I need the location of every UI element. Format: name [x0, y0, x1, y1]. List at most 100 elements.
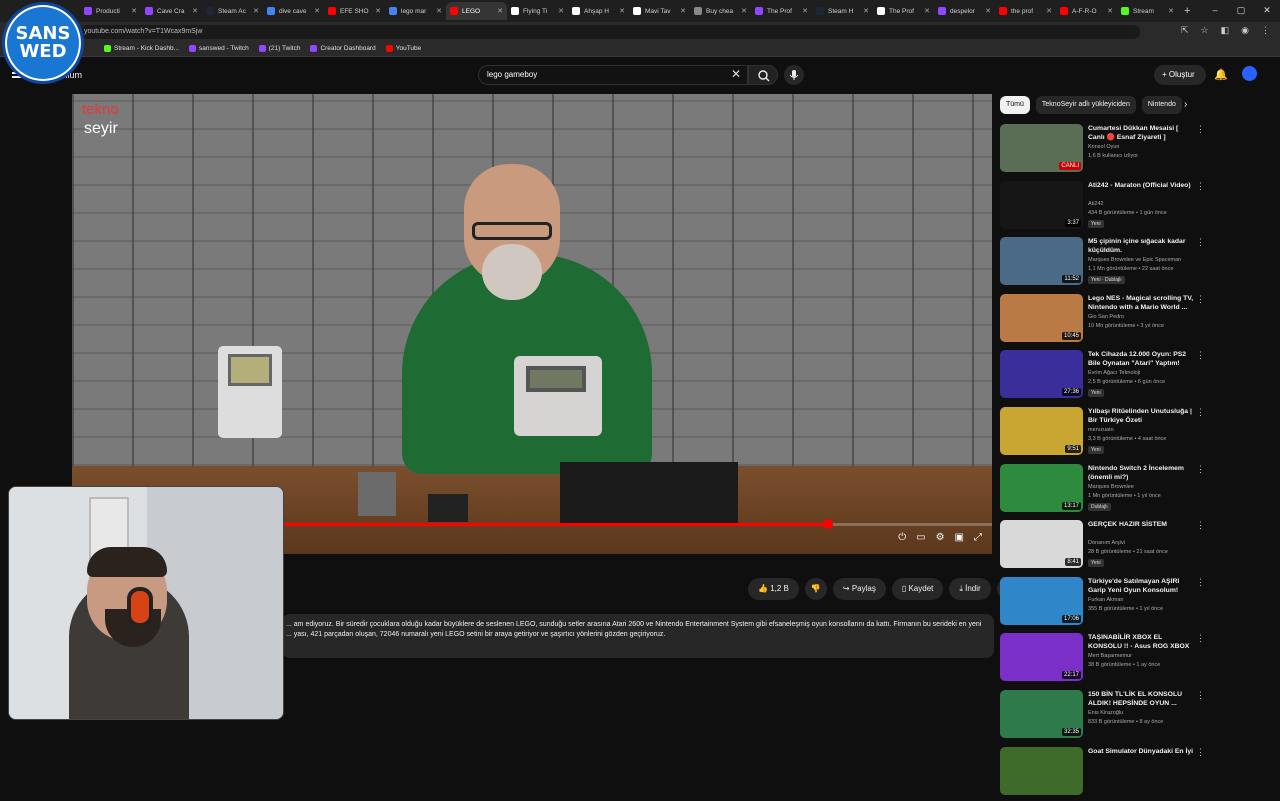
browser-tab[interactable]: lego mar ✕	[385, 2, 446, 20]
url-field[interactable]: youtube.com/watch?v=T1Wcax9mSjw	[80, 25, 1140, 39]
tab-close-icon[interactable]: ✕	[314, 7, 320, 15]
tab-close-icon[interactable]: ✕	[436, 7, 442, 15]
video-menu-icon[interactable]: ⋮	[1196, 577, 1205, 588]
video-menu-icon[interactable]: ⋮	[1196, 747, 1205, 758]
video-title[interactable]: M5 çipinin içine sığacak kadar küçüldüm.	[1088, 237, 1196, 255]
dislike-button[interactable]: 👎	[804, 578, 827, 600]
video-thumbnail[interactable]: 11:52	[1000, 237, 1083, 286]
recommended-video-item[interactable]: CANLI Cumartesi Dükkan Mesaisi [ Canlı 🔴 …	[1000, 122, 1210, 178]
video-title[interactable]: TAŞINABİLİR XBOX EL KONSOLU !! - Asus RO…	[1088, 633, 1196, 651]
filter-chip[interactable]: Tümü	[1000, 96, 1030, 114]
video-channel[interactable]: Konsol Oyun	[1088, 144, 1120, 150]
tab-close-icon[interactable]: ✕	[680, 7, 686, 15]
subtitles-icon[interactable]: ▭	[916, 532, 925, 543]
bookmark-item[interactable]: YouTube	[385, 45, 421, 52]
search-button[interactable]	[748, 65, 778, 85]
tab-close-icon[interactable]: ✕	[253, 7, 259, 15]
browser-tab[interactable]: Mavi Tav ✕	[629, 2, 690, 20]
download-button[interactable]: ⤓ İndir	[949, 578, 991, 600]
video-menu-icon[interactable]: ⋮	[1196, 124, 1205, 135]
recommended-video-item[interactable]: 8:41 GERÇEK HAZIR SİSTEM Donanım Arşivi 28 …	[1000, 518, 1210, 574]
video-menu-icon[interactable]: ⋮	[1196, 181, 1205, 192]
video-title[interactable]: Goat Simulator Dünyadaki En İyi	[1088, 747, 1196, 756]
tab-close-icon[interactable]: ✕	[863, 7, 869, 15]
bookmark-item[interactable]: (21) Twitch	[258, 45, 300, 52]
tab-close-icon[interactable]: ✕	[497, 7, 503, 15]
maximize-icon[interactable]: ▢	[1228, 0, 1254, 22]
filter-chip[interactable]: Nintendo	[1141, 96, 1182, 114]
filter-chip[interactable]: TeknoSeyir adlı yükleyiciden	[1035, 96, 1136, 114]
voice-search-button[interactable]	[784, 65, 804, 85]
video-thumbnail[interactable]: 13:17	[1000, 463, 1083, 512]
browser-tab[interactable]: A-F-R-O ✕	[1056, 2, 1117, 20]
browser-tab[interactable]: The Prof ✕	[873, 2, 934, 20]
browser-tab[interactable]: dive cave ✕	[263, 2, 324, 20]
new-tab-icon[interactable]: +	[1184, 5, 1190, 17]
video-menu-icon[interactable]: ⋮	[1196, 294, 1205, 305]
video-title[interactable]: Yılbaşı Ritüelinden Unutusluğa | Bir Tür…	[1088, 407, 1196, 425]
video-channel[interactable]: Mert Başarmemur	[1088, 653, 1132, 659]
video-menu-icon[interactable]: ⋮	[1196, 633, 1205, 644]
tab-close-icon[interactable]: ✕	[985, 7, 991, 15]
video-thumbnail[interactable]	[1000, 746, 1083, 795]
tab-close-icon[interactable]: ✕	[375, 7, 381, 15]
recommended-video-item[interactable]: 3:37 Ati242 - Maraton (Official Video) Ati…	[1000, 179, 1210, 235]
extensions-icon[interactable]: ◧	[1221, 25, 1230, 36]
notifications-bell-icon[interactable]: 🔔	[1214, 68, 1228, 81]
autoplay-toggle-icon[interactable]: ⏻	[898, 532, 906, 543]
video-channel[interactable]: Ati242	[1088, 201, 1104, 207]
video-title[interactable]: Nintendo Switch 2 İncelemem (önemli mi?)	[1088, 464, 1196, 482]
video-thumbnail[interactable]: 10:45	[1000, 293, 1083, 342]
tab-close-icon[interactable]: ✕	[802, 7, 808, 15]
browser-tab[interactable]: Cave Cra ✕	[141, 2, 202, 20]
browser-tab[interactable]: LEGO ✕	[446, 2, 507, 20]
browser-tab[interactable]: Buy chea ✕	[690, 2, 751, 20]
recommended-video-item[interactable]: 32:35 150 BİN TL'LİK EL KONSOLU ALDIK! HE…	[1000, 688, 1210, 744]
share-button[interactable]: ↪ Paylaş	[832, 578, 886, 600]
menu-dots-icon[interactable]: ⋮	[1261, 25, 1270, 36]
miniplayer-icon[interactable]: ▣	[955, 532, 964, 543]
like-button[interactable]: 👍 1,2 B	[748, 578, 799, 600]
recommended-video-item[interactable]: 17:06 Türkiye'de Satılmayan AŞIRI Garip Y…	[1000, 575, 1210, 631]
video-channel[interactable]: Furkan Akman	[1088, 597, 1123, 603]
video-title[interactable]: Lego NES - Magical scrolling TV, Nintend…	[1088, 294, 1196, 312]
browser-tab[interactable]: Producti ✕	[80, 2, 141, 20]
tab-close-icon[interactable]: ✕	[1107, 7, 1113, 15]
save-button[interactable]: ▯ Kaydet	[891, 578, 944, 600]
minimize-icon[interactable]: –	[1202, 0, 1228, 22]
recommended-video-item[interactable]: 22:17 TAŞINABİLİR XBOX EL KONSOLU !! - As…	[1000, 631, 1210, 687]
clear-search-icon[interactable]: ✕	[731, 67, 741, 81]
video-menu-icon[interactable]: ⋮	[1196, 237, 1205, 248]
video-thumbnail[interactable]: CANLI	[1000, 124, 1083, 172]
tab-close-icon[interactable]: ✕	[924, 7, 930, 15]
video-channel[interactable]: Marques Brownlee ve Epic Spaceman	[1088, 257, 1181, 263]
browser-tab[interactable]: Stream ✕	[1117, 2, 1178, 20]
video-channel[interactable]: Donanım Arşivi	[1088, 540, 1125, 546]
tab-close-icon[interactable]: ✕	[619, 7, 625, 15]
video-thumbnail[interactable]: 8:41	[1000, 520, 1083, 569]
bookmark-item[interactable]: sanswed - Twitch	[189, 45, 249, 52]
video-title[interactable]: 150 BİN TL'LİK EL KONSOLU ALDIK! HEPSİND…	[1088, 690, 1196, 708]
video-channel[interactable]: Evrim Ağacı Teknoloji	[1088, 370, 1140, 376]
settings-gear-icon[interactable]: ⚙	[936, 532, 945, 543]
recommended-video-item[interactable]: 27:36 Tek Cihazda 12.000 Oyun: PS2 Bile O…	[1000, 348, 1210, 404]
video-thumbnail[interactable]: 17:06	[1000, 576, 1083, 625]
video-channel[interactable]: Gio San Pedro	[1088, 314, 1124, 320]
video-thumbnail[interactable]: 9:51	[1000, 406, 1083, 455]
video-player[interactable]: tekno seyir ⏻ ▭ ⚙ ▣ ⤢	[72, 94, 992, 554]
video-menu-icon[interactable]: ⋮	[1196, 520, 1205, 531]
recommended-video-item[interactable]: 11:52 M5 çipinin içine sığacak kadar küçü…	[1000, 235, 1210, 291]
video-title[interactable]: Türkiye'de Satılmayan AŞIRI Garip Yeni O…	[1088, 577, 1196, 595]
recommended-video-item[interactable]: 9:51 Yılbaşı Ritüelinden Unutusluğa | Bir…	[1000, 405, 1210, 461]
account-avatar[interactable]	[1242, 66, 1257, 81]
video-thumbnail[interactable]: 32:35	[1000, 689, 1083, 738]
tab-close-icon[interactable]: ✕	[1046, 7, 1052, 15]
video-title[interactable]: Tek Cihazda 12.000 Oyun: PS2 Bile Oynata…	[1088, 350, 1196, 368]
browser-tab[interactable]: the prof ✕	[995, 2, 1056, 20]
tab-close-icon[interactable]: ✕	[741, 7, 747, 15]
video-channel[interactable]: mervzuato	[1088, 427, 1114, 433]
install-icon[interactable]: ⇱	[1181, 25, 1189, 36]
profile-icon[interactable]: ◉	[1241, 25, 1249, 36]
browser-tab[interactable]: Steam H ✕	[812, 2, 873, 20]
bookmark-item[interactable]: Creator Dashboard	[310, 45, 376, 52]
